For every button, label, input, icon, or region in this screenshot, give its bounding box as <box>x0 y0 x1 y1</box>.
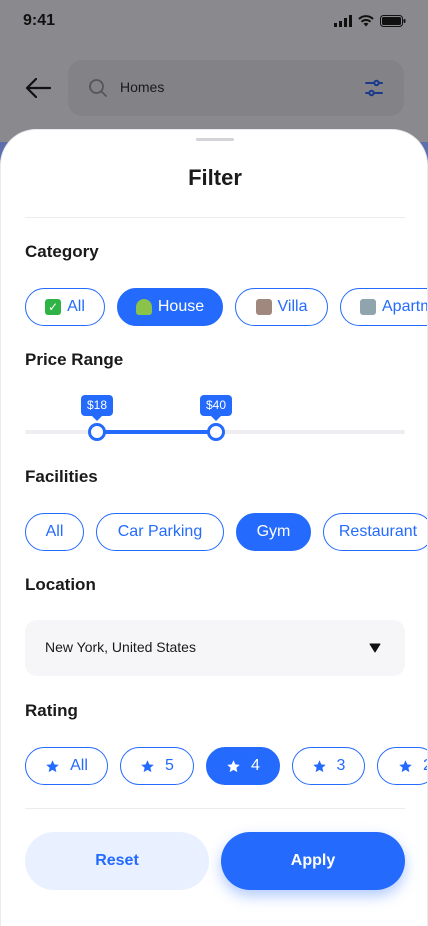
price-max-handle[interactable] <box>207 423 225 441</box>
rating-heading: Rating <box>25 701 78 720</box>
facility-chip-label: Gym <box>256 523 291 540</box>
rating-chip-label: 5 <box>165 757 174 774</box>
location-heading: Location <box>25 575 96 594</box>
rating-chip-4[interactable]: 4 <box>206 747 280 785</box>
battery-icon <box>380 15 406 27</box>
star-icon <box>399 759 412 772</box>
price-slider-range <box>97 430 216 434</box>
rating-chip-5[interactable]: 5 <box>120 747 194 785</box>
sheet-title: Filter <box>188 165 242 190</box>
category-chip-apartment[interactable]: Apartm <box>340 288 427 326</box>
search-bar[interactable]: Homes <box>68 60 404 116</box>
facilities-heading: Facilities <box>25 467 98 486</box>
facility-chip-label: Restaurant <box>338 523 418 540</box>
star-icon <box>312 759 326 772</box>
signal-icon <box>334 15 352 27</box>
category-chip-label: Apartm <box>382 298 427 315</box>
filter-sheet: Filter Category ✓ All House Villa Apartm… <box>0 129 428 926</box>
rating-chips: All 5 4 3 2 <box>25 747 427 785</box>
search-input[interactable]: Homes <box>120 79 164 95</box>
category-chips: ✓ All House Villa Apartm <box>25 288 427 326</box>
caret-down-icon <box>369 643 381 653</box>
rating-chip-3[interactable]: 3 <box>292 747 365 785</box>
facility-chip-car-parking[interactable]: Car Parking <box>96 513 224 551</box>
villa-icon <box>255 299 272 315</box>
price-max-tooltip: $40 <box>200 395 233 421</box>
star-icon <box>141 759 154 772</box>
house-icon <box>135 299 152 315</box>
rating-chip-label: All <box>70 757 88 774</box>
category-chip-villa[interactable]: Villa <box>235 288 328 326</box>
back-arrow-icon[interactable] <box>24 76 52 100</box>
price-min-handle[interactable] <box>88 423 106 441</box>
star-icon <box>46 759 59 772</box>
divider <box>25 217 405 218</box>
rating-chip-2[interactable]: 2 <box>377 747 427 785</box>
search-icon <box>89 79 107 97</box>
facility-chip-all[interactable]: All <box>25 513 84 551</box>
location-dropdown[interactable]: New York, United States <box>25 620 405 676</box>
divider <box>25 808 405 809</box>
rating-chip-label: 4 <box>251 757 260 774</box>
star-icon <box>227 759 240 772</box>
price-range-heading: Price Range <box>25 350 124 369</box>
apply-button[interactable]: Apply <box>221 832 405 890</box>
building-icon <box>360 299 376 315</box>
category-chip-label: House <box>157 298 205 315</box>
rating-chip-all[interactable]: All <box>25 747 108 785</box>
status-bar: 9:41 <box>0 0 428 44</box>
location-value: New York, United States <box>45 639 196 655</box>
facility-chip-gym[interactable]: Gym <box>236 513 311 551</box>
facilities-chips: All Car Parking Gym Restaurant <box>25 513 427 551</box>
rating-chip-label: 3 <box>336 757 346 774</box>
price-min-tooltip: $18 <box>81 395 114 421</box>
facility-chip-label: Car Parking <box>117 523 203 540</box>
status-time: 9:41 <box>23 12 56 29</box>
facility-chip-restaurant[interactable]: Restaurant <box>323 513 427 551</box>
filter-icon[interactable] <box>364 78 384 98</box>
category-chip-all[interactable]: ✓ All <box>25 288 105 326</box>
category-heading: Category <box>25 242 99 261</box>
check-icon: ✓ <box>45 299 62 315</box>
category-chip-label: Villa <box>277 298 308 315</box>
reset-button[interactable]: Reset <box>25 832 209 890</box>
wifi-icon <box>358 15 374 27</box>
facility-chip-label: All <box>45 523 64 540</box>
category-chip-label: All <box>67 298 85 315</box>
status-icons <box>334 15 406 27</box>
category-chip-house[interactable]: House <box>117 288 223 326</box>
rating-chip-label: 2 <box>423 757 427 775</box>
sheet-handle[interactable] <box>196 138 234 141</box>
